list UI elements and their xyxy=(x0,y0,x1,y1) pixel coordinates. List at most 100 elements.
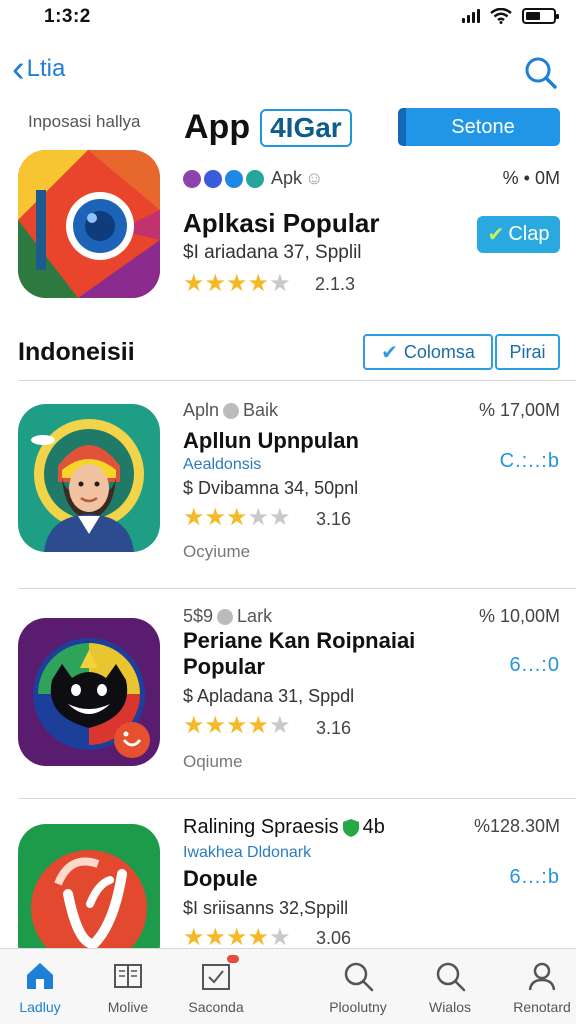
get-button[interactable]: 6...:0 xyxy=(510,654,560,677)
app-subtitle: $ Dvibamna 34, 50pnl xyxy=(183,478,359,498)
featured-subtitle: $I ariadana 37, Spplil xyxy=(183,242,362,263)
page-title: App 4IGar xyxy=(184,108,352,147)
list-item[interactable]: Ralining Spraesis 4b %128.30M Iwakhea Dl… xyxy=(0,802,576,948)
tab-second[interactable]: Saconda xyxy=(170,949,262,1024)
status-bar: 1:3:2 xyxy=(0,0,576,36)
star-icon: ★ xyxy=(226,712,248,739)
title-badge: 4IGar xyxy=(260,108,352,147)
page-title-text: App xyxy=(184,108,251,146)
app-subtitle: $ Apladana 31, Sppdl xyxy=(183,686,355,706)
divider xyxy=(18,588,576,589)
search-icon[interactable] xyxy=(522,54,558,90)
rating-label: 3.06 xyxy=(316,928,352,948)
shield-icon xyxy=(342,818,359,837)
star-rating: ★ ★ ★ ★ ★ xyxy=(183,714,291,738)
signal-icon xyxy=(462,9,480,23)
star-icon: ★ xyxy=(226,924,248,949)
app-note: Oqiume xyxy=(183,752,243,771)
section-filter-label: Colomsa xyxy=(403,341,475,362)
section-filter-button[interactable]: ✔ Colomsa xyxy=(363,334,493,370)
app-meta-label: Ralining Spraesis xyxy=(183,816,339,838)
star-icon: ★ xyxy=(204,712,227,739)
app-developer[interactable]: Iwakhea Dldonark xyxy=(183,844,311,862)
tab-label: Molive xyxy=(107,999,149,1015)
list-item[interactable]: 5$9 Lark % 10,00M Periane Kan Roipnaiai … xyxy=(0,592,576,792)
star-rating: ★ ★ ★ ★ ★ xyxy=(183,506,291,530)
star-icon: ★ xyxy=(204,270,227,297)
tab-label: Ploolutny xyxy=(329,999,387,1015)
app-size: %128.30M xyxy=(473,816,560,836)
header-subtitle: Inposasi hallya xyxy=(28,112,141,131)
star-icon: ★ xyxy=(247,270,270,297)
app-name[interactable]: Dopule xyxy=(183,866,483,892)
app-meta-label: 5$9 xyxy=(183,606,214,626)
tab-popular[interactable]: Ploolutny xyxy=(312,949,404,1024)
tab-today[interactable]: Ladluy xyxy=(0,949,86,1024)
tab-bar: Ladluy Molive Saconda Ploolutny Wialos R… xyxy=(0,948,576,1024)
tab-label: Renotard xyxy=(513,999,571,1015)
home-icon xyxy=(27,963,53,989)
star-icon: ★ xyxy=(183,712,205,739)
app-icon[interactable] xyxy=(18,618,160,766)
search-icon xyxy=(344,962,374,992)
app-size: % 17,00M xyxy=(478,400,560,420)
featured-star-rating: ★ ★ ★ ★ ★ xyxy=(183,272,291,296)
badge-icon xyxy=(223,402,240,419)
featured-size: % • 0M xyxy=(502,168,560,188)
news-icon xyxy=(114,964,142,988)
get-button[interactable]: 6...:b xyxy=(510,866,560,889)
star-rating: ★ ★ ★ ★ ★ xyxy=(183,924,291,949)
status-icons xyxy=(462,8,559,24)
featured-get-label: Clap xyxy=(508,223,550,245)
featured-meta-label: Apk xyxy=(271,168,303,188)
app-developer[interactable]: Aealdonsis xyxy=(183,456,261,474)
search-icon xyxy=(436,962,466,992)
star-icon: ★ xyxy=(226,270,248,297)
app-meta-label: Apln xyxy=(183,400,220,420)
check-icon: ✔ xyxy=(487,224,505,246)
app-meta-secondary: 4b xyxy=(362,816,385,838)
star-icon: ★ xyxy=(204,924,227,949)
featured-rating-label: 2.1.3 xyxy=(315,274,356,294)
app-meta-secondary: Lark xyxy=(237,606,273,626)
app-icon[interactable] xyxy=(18,404,160,552)
battery-icon xyxy=(522,8,559,24)
dev-badge-icon xyxy=(246,169,264,188)
notification-badge xyxy=(227,955,239,963)
tab-label: Wialos xyxy=(428,999,471,1015)
list-item[interactable]: Apln Baik % 17,00M Apllun Upnpulan Aeald… xyxy=(0,386,576,586)
star-icon: ★ xyxy=(269,504,291,531)
check-icon: ✔ xyxy=(381,341,398,364)
header-action-button[interactable]: Setone xyxy=(398,108,560,146)
app-meta: 5$9 Lark xyxy=(183,606,272,627)
status-time: 1:3:2 xyxy=(44,6,91,27)
featured-get-button[interactable]: ✔ Clap xyxy=(477,216,560,253)
dev-badge-icon xyxy=(183,169,201,188)
star-icon: ★ xyxy=(183,270,205,297)
star-icon: ★ xyxy=(247,504,270,531)
rating-label: 3.16 xyxy=(316,509,352,529)
rating-label: 3.16 xyxy=(316,718,352,738)
star-icon: ★ xyxy=(269,924,291,949)
featured-meta: Apk ☺ xyxy=(183,168,323,189)
tab-profile[interactable]: Renotard xyxy=(496,949,576,1024)
section-secondary-button[interactable]: Pirai xyxy=(495,334,560,370)
featured-title[interactable]: Aplkasi Popular xyxy=(183,208,380,239)
tab-label: Ladluy xyxy=(19,999,61,1015)
star-icon: ★ xyxy=(204,504,227,531)
tab-search[interactable]: Wialos xyxy=(404,949,496,1024)
star-icon: ★ xyxy=(269,712,291,739)
app-meta-secondary: Baik xyxy=(243,400,279,420)
app-icon[interactable] xyxy=(18,824,160,948)
tab-label: Saconda xyxy=(188,999,244,1015)
back-button[interactable]: ‹ Ltia xyxy=(12,50,65,88)
wifi-icon xyxy=(490,8,512,24)
app-name[interactable]: Apllun Upnpulan xyxy=(183,428,483,454)
tab-movie[interactable]: Molive xyxy=(82,949,174,1024)
star-icon: ★ xyxy=(247,712,270,739)
app-name[interactable]: Periane Kan Roipnaiai Popular xyxy=(183,628,483,680)
featured-app-icon[interactable] xyxy=(18,150,160,298)
dev-badge-icon xyxy=(225,169,243,188)
get-button[interactable]: C.:..:b xyxy=(500,450,560,473)
calendar-icon xyxy=(199,955,239,993)
